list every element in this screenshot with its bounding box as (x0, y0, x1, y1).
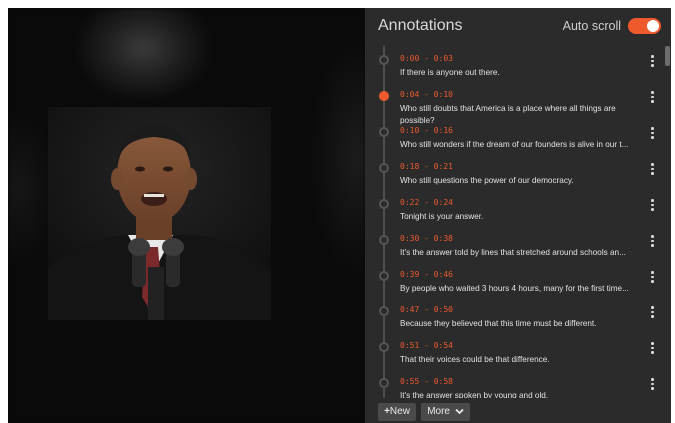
timeline-marker (379, 342, 389, 352)
annotation-text: It's the answer told by lines that stret… (400, 248, 626, 257)
kebab-dot (651, 382, 654, 385)
kebab-menu-icon[interactable] (647, 270, 657, 284)
kebab-dot (651, 100, 654, 103)
annotation-item[interactable]: 0:04 - 0:10 Who still doubts that America… (365, 88, 665, 125)
timeline-marker (379, 91, 389, 101)
autoscroll-label: Auto scroll (562, 19, 621, 33)
annotation-time: 0:51 - 0:54 (400, 341, 453, 350)
annotation-item[interactable]: 0:30 - 0:38 It's the answer told by lines… (365, 232, 665, 266)
more-button-label: More (427, 406, 450, 417)
annotation-item[interactable]: 0:51 - 0:54 That their voices could be th… (365, 339, 665, 373)
kebab-dot (651, 342, 654, 345)
timeline-marker (379, 235, 389, 245)
kebab-dot (651, 167, 654, 170)
annotation-item[interactable]: 0:18 - 0:21 Who still questions the power… (365, 160, 665, 194)
kebab-dot (651, 346, 654, 349)
new-annotation-button[interactable]: +New (378, 403, 416, 421)
kebab-menu-icon[interactable] (647, 305, 657, 319)
kebab-dot (651, 315, 654, 318)
kebab-dot (651, 59, 654, 62)
timeline-marker (379, 271, 389, 281)
annotation-time: 0:04 - 0:10 (400, 90, 453, 99)
annotation-time: 0:18 - 0:21 (400, 162, 453, 171)
kebab-menu-icon[interactable] (647, 90, 657, 104)
video-frame[interactable] (48, 107, 271, 320)
timeline-marker (379, 55, 389, 65)
kebab-dot (651, 387, 654, 390)
kebab-dot (651, 271, 654, 274)
kebab-menu-icon[interactable] (647, 126, 657, 140)
timeline-marker (379, 199, 389, 209)
kebab-dot (651, 199, 654, 202)
kebab-dot (651, 64, 654, 67)
annotation-item[interactable]: 0:22 - 0:24 Tonight is your answer. (365, 196, 665, 230)
toggle-knob (647, 20, 659, 32)
annotation-text: It's the answer spoken by young and old. (400, 391, 549, 398)
kebab-menu-icon[interactable] (647, 198, 657, 212)
annotation-item[interactable]: 0:39 - 0:46 By people who waited 3 hours … (365, 268, 665, 302)
kebab-dot (651, 310, 654, 313)
kebab-menu-icon[interactable] (647, 377, 657, 391)
kebab-menu-icon[interactable] (647, 234, 657, 248)
annotations-panel: Annotations Auto scroll 0:00 - 0:03 If th… (365, 8, 671, 423)
kebab-dot (651, 203, 654, 206)
kebab-dot (651, 378, 654, 381)
annotation-text: If there is anyone out there. (400, 68, 500, 77)
annotation-text: Tonight is your answer. (400, 212, 484, 221)
timeline-marker (379, 378, 389, 388)
annotation-time: 0:39 - 0:46 (400, 270, 453, 279)
kebab-dot (651, 163, 654, 166)
annotation-time: 0:30 - 0:38 (400, 234, 453, 243)
annotation-item[interactable]: 0:10 - 0:16 Who still wonders if the drea… (365, 124, 665, 158)
annotation-time: 0:47 - 0:50 (400, 305, 453, 314)
annotation-text: Who still questions the power of our dem… (400, 176, 574, 185)
kebab-dot (651, 351, 654, 354)
annotation-item[interactable]: 0:00 - 0:03 If there is anyone out there. (365, 52, 665, 86)
kebab-dot (651, 235, 654, 238)
kebab-dot (651, 131, 654, 134)
kebab-menu-icon[interactable] (647, 341, 657, 355)
kebab-menu-icon[interactable] (647, 54, 657, 68)
kebab-dot (651, 239, 654, 242)
more-button[interactable]: More (421, 403, 470, 421)
timeline-marker (379, 163, 389, 173)
scrollbar-thumb[interactable] (665, 46, 670, 66)
kebab-dot (651, 208, 654, 211)
annotation-text: Who still wonders if the dream of our fo… (400, 140, 629, 149)
annotation-text: That their voices could be that differen… (400, 355, 550, 364)
panel-title: Annotations (378, 17, 463, 34)
annotation-item[interactable]: 0:55 - 0:58 It's the answer spoken by you… (365, 375, 665, 398)
annotation-item[interactable]: 0:47 - 0:50 Because they believed that th… (365, 303, 665, 337)
annotation-text: By people who waited 3 hours 4 hours, ma… (400, 284, 629, 293)
kebab-dot (651, 280, 654, 283)
annotation-app: Annotations Auto scroll 0:00 - 0:03 If th… (8, 8, 671, 423)
panel-footer: +New More (365, 398, 671, 423)
new-button-label: New (389, 406, 410, 417)
autoscroll-toggle[interactable] (628, 18, 661, 34)
kebab-dot (651, 172, 654, 175)
timeline-marker (379, 127, 389, 137)
kebab-dot (651, 95, 654, 98)
annotation-time: 0:22 - 0:24 (400, 198, 453, 207)
chevron-down-icon (455, 408, 464, 415)
video-player[interactable] (8, 8, 365, 423)
annotation-text: Because they believed that this time mus… (400, 319, 597, 328)
kebab-dot (651, 91, 654, 94)
kebab-dot (651, 306, 654, 309)
scrollbar[interactable] (664, 46, 671, 398)
annotation-time: 0:55 - 0:58 (400, 377, 453, 386)
kebab-dot (651, 136, 654, 139)
kebab-dot (651, 244, 654, 247)
speaker-image (48, 107, 271, 320)
annotation-time: 0:00 - 0:03 (400, 54, 453, 63)
kebab-dot (651, 55, 654, 58)
kebab-dot (651, 275, 654, 278)
annotation-time: 0:10 - 0:16 (400, 126, 453, 135)
kebab-menu-icon[interactable] (647, 162, 657, 176)
timeline-marker (379, 306, 389, 316)
annotation-list[interactable]: 0:00 - 0:03 If there is anyone out there.… (365, 46, 665, 398)
panel-header: Annotations Auto scroll (365, 8, 671, 46)
kebab-dot (651, 127, 654, 130)
